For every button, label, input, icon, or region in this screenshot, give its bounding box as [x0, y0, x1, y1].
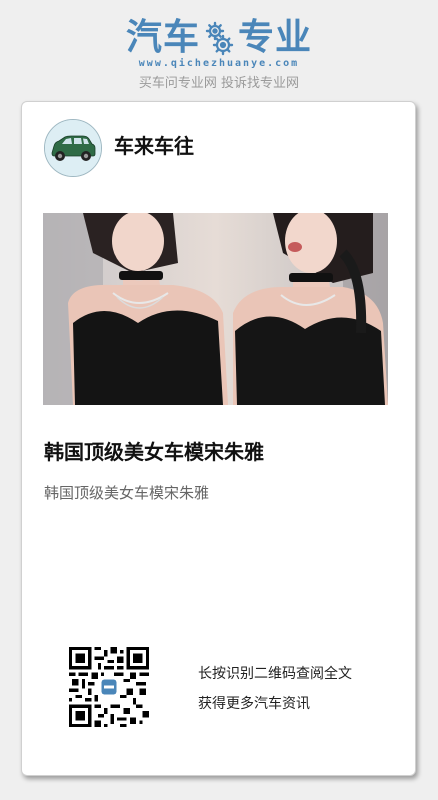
site-tagline: 买车问专业网 投诉找专业网 [138, 76, 300, 91]
article-title[interactable]: 韩国顶级美女车模宋朱雅 [44, 439, 264, 465]
photo-two-women-icon [43, 213, 388, 405]
author-avatar[interactable] [44, 119, 102, 177]
author-name[interactable]: 车来车往 [114, 134, 194, 158]
gear-icon [204, 20, 234, 56]
article-card: 车来车往 韩国顶级美女车模宋朱雅 韩国顶级美女车模宋朱雅 长按识别二维码查阅全文… [21, 101, 416, 776]
site-url: www.qichezhuanye.com [138, 58, 300, 69]
site-logo[interactable]: 汽车 专业 [0, 16, 438, 60]
article-image[interactable] [43, 213, 388, 405]
car-icon [45, 120, 101, 176]
logo-text-right: 专业 [238, 17, 313, 58]
qr-hint-line2: 获得更多汽车资讯 [198, 696, 310, 712]
qr-code-icon[interactable] [69, 647, 149, 727]
site-header: 汽车 专业 www.qichezhuanye.com 买车问专业网 投诉找专业网 [0, 0, 438, 100]
article-summary: 韩国顶级美女车模宋朱雅 [44, 484, 210, 502]
logo-text-left: 汽车 [125, 17, 200, 58]
qr-hint-line1: 长按识别二维码查阅全文 [198, 666, 352, 682]
